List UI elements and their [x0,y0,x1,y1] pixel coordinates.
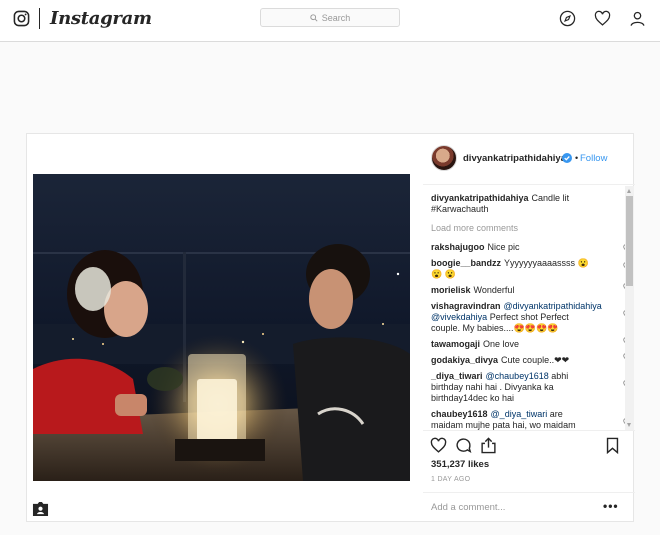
avatar[interactable] [431,145,457,171]
comment-bubble-icon[interactable] [455,437,472,454]
comment-text: Wonderful [473,285,515,295]
instagram-camera-icon[interactable] [13,10,30,27]
post-photo[interactable] [33,174,410,481]
comment-username[interactable]: godakiya_divya [431,355,498,365]
comment-item: rakshajugoo Nice pic [431,242,597,253]
post-timestamp[interactable]: 1 DAY AGO [431,476,470,483]
nav-divider [39,8,40,29]
post-caption: divyankatripathidahiya Candle lit #Karwac… [431,193,621,215]
scroll-down-arrow-icon[interactable] [627,423,631,427]
comment-username[interactable]: boogie__bandzz [431,258,501,268]
comment-item: morielisk Wonderful [431,285,597,296]
likes-count[interactable]: 351,237 likes [431,459,489,470]
comments-scrollbar[interactable] [625,186,634,430]
comment-mention[interactable]: @chaubey1618 [486,371,549,381]
tagged-people-icon[interactable] [32,501,49,517]
separator-dot: • [575,153,579,163]
comment-username[interactable]: _diya_tiwari [431,371,483,381]
post-card: divyankatripathidahiya • Follow divyanka… [26,133,635,523]
comment-item: _diya_tiwari @chaubey1618 abhi birthday n… [431,371,597,404]
search-placeholder: Search [321,12,351,23]
comment-text: Cute couple..❤❤ [501,355,570,365]
instagram-wordmark[interactable]: Instagram [50,8,152,29]
load-more-comments-button[interactable]: Load more comments [431,223,518,233]
comment-item: chaubey1618 @_diya_tiwari are maidam mujh… [431,409,597,430]
save-bookmark-icon[interactable] [604,437,621,454]
top-nav: Instagram Search [0,0,660,42]
caption-username[interactable]: divyankatripathidahiya [431,193,529,203]
post-sidebar: divyankatripathidahiya • Follow divyanka… [423,134,635,523]
scroll-up-arrow-icon[interactable] [627,189,631,193]
comment-username[interactable]: chaubey1618 [431,409,488,419]
comment-text: One love [483,339,520,349]
profile-icon[interactable] [629,10,646,27]
search-icon [310,13,318,22]
comment-username[interactable]: morielisk [431,285,471,295]
like-heart-icon[interactable] [430,437,447,454]
compass-icon[interactable] [559,10,576,27]
post-actions: 351,237 likes 1 DAY AGO ••• [423,430,635,523]
comment-text: Nice pic [487,242,520,252]
share-icon[interactable] [480,437,497,454]
scroll-thumb[interactable] [626,196,633,286]
more-options-button[interactable]: ••• [603,499,619,513]
search-box[interactable]: Search [260,8,400,27]
comment-username[interactable]: vishagravindran [431,301,501,311]
follow-button[interactable]: Follow [580,153,607,164]
comment-username[interactable]: rakshajugoo [431,242,485,252]
post-header: divyankatripathidahiya • Follow [423,134,635,185]
heart-icon[interactable] [594,10,611,27]
post-image [33,174,410,481]
comment-item: boogie__bandzz Yyyyyyyaaaassss 😮😮 😮 [431,258,597,280]
comment-item: tawamogaji One love [431,339,597,350]
verified-badge-icon [562,153,572,163]
add-comment-section: ••• [423,492,635,524]
comments-list[interactable]: divyankatripathidahiya Candle lit #Karwac… [423,186,635,430]
comment-username[interactable]: tawamogaji [431,339,480,349]
add-comment-input[interactable] [431,502,591,513]
comment-item: vishagravindran @divyankatripathidahiya @… [431,301,602,334]
post-username[interactable]: divyankatripathidahiya [463,153,566,164]
comment-item: godakiya_divya Cute couple..❤❤ [431,355,597,366]
comment-mention[interactable]: @_diya_tiwari [491,409,548,419]
